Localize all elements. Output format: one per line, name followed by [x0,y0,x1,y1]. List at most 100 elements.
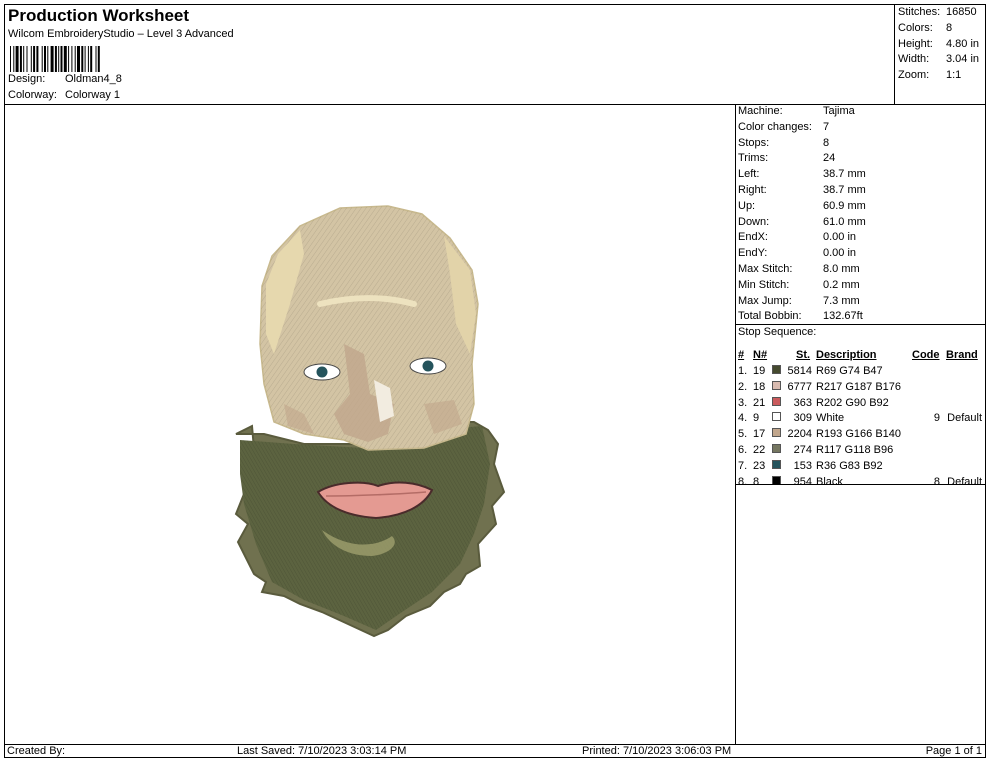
machine-info-label: Total Bobbin: [738,310,802,323]
needle-number: 21 [753,396,766,409]
needle-number: 23 [753,459,766,472]
machine-info-value: 38.7 mm [823,184,866,196]
col-brand: Brand [946,349,978,361]
design-label: Design: [8,73,46,85]
machine-info-value: 8.0 mm [823,263,860,275]
machine-info-row: Max Jump: 7.3 mm [738,295,860,307]
stitch-count: 954 [793,475,812,488]
machine-info-label: EndX: [738,231,768,244]
stitch-count: 153 [793,459,812,472]
stats-box: Stitches: 16850 Colors: 8 Height: 4.80 in W… [894,4,986,105]
design-canvas [4,104,736,745]
machine-info-row: Machine: Tajima [738,105,855,117]
colorway-row: Colorway: Colorway 1 [8,89,120,101]
thread-brand: Default [947,412,982,425]
color-description: R69 G74 B47 [816,365,883,377]
embroidery-design-preview-icon [234,205,506,638]
color-description: R193 G166 B140 [816,428,902,441]
colorway-label: Colorway: [8,89,57,101]
row-number: 1. [738,365,748,377]
color-swatch [772,444,781,453]
machine-info-label: Color changes: [738,120,812,133]
machine-info-row: Min Stitch: 0.2 mm [738,279,860,291]
machine-info-value: 24 [823,152,836,165]
thread-brand: Default [947,475,982,488]
height-label: Height: [898,38,933,50]
row-number: 6. [738,444,748,456]
stitch-count: 274 [793,444,812,456]
machine-info-label: Down: [738,215,770,228]
height-value: 4.80 in [946,38,980,50]
divider [735,324,986,325]
machine-info-label: Up: [738,199,756,212]
needle-number: 9 [753,412,760,425]
machine-info-row: EndX: 0.00 in [738,231,856,243]
colorway-value: Colorway 1 [65,89,121,101]
machine-info-value: 61.0 mm [823,215,866,228]
stop-sequence-row: 3. 21 363 R202 G90 B92 [735,396,986,413]
machine-info-value: 0.2 mm [823,278,860,291]
needle-number: 19 [753,365,766,377]
machine-info-row: Right: 38.7 mm [738,184,866,196]
machine-info-value: 132.67ft [823,310,863,323]
stop-sequence-row: 6. 22 274 R117 G118 B96 [735,444,986,460]
stop-sequence-row: 1. 19 5814 R69 G74 B47 [735,365,986,381]
machine-info-value: Tajima [823,105,855,117]
thread-code: 9 [933,412,940,425]
stop-sequence-row: 7. 23 153 R36 G83 B92 [735,459,986,476]
color-swatch [772,412,781,422]
machine-info-value: 0.00 in [823,231,857,244]
machine-info-value: 7.3 mm [823,294,860,307]
stop-sequence-title: Stop Sequence: [738,326,817,338]
zoom-value: 1:1 [946,69,962,81]
machine-info-row: Color changes: 7 [738,121,829,133]
design-value: Oldman4_8 [65,73,122,85]
beard [234,421,506,638]
stitch-count: 5814 [787,365,812,377]
color-description: R217 G187 B176 [816,380,902,393]
color-swatch [772,396,781,406]
col-num: # [738,349,745,361]
color-description: Black [816,475,843,488]
head [259,205,479,451]
colors-row: Colors: 8 [898,22,952,34]
machine-info-label: Max Stitch: [738,263,793,275]
col-description: Description [816,349,877,361]
machine-info-label: Trims: [738,152,769,165]
last-saved: Last Saved: 7/10/2023 3:03:14 PM [237,745,407,757]
color-description: R202 G90 B92 [816,396,889,409]
worksheet-header: Production Worksheet Wilcom EmbroiderySt… [4,4,895,105]
color-swatch [772,428,781,438]
design-row: Design: Oldman4_8 [8,73,122,85]
width-value: 3.04 in [946,53,980,65]
machine-info-row: Left: 38.7 mm [738,168,866,180]
divider [735,484,986,485]
machine-info-label: Left: [738,168,760,181]
needle-number: 8 [753,475,760,488]
machine-info-row: Down: 61.0 mm [738,216,866,228]
width-row: Width: 3.04 in [898,53,979,65]
col-code: Code [912,349,940,361]
machine-info-row: EndY: 0.00 in [738,247,856,259]
machine-info-row: Total Bobbin: 132.67ft [738,310,863,322]
stop-sequence-row: 4. 9 309 White 9 Default [735,412,986,428]
software-subtitle: Wilcom EmbroideryStudio – Level 3 Advanc… [8,28,234,40]
colors-label: Colors: [898,22,933,34]
side-panel: Machine: Tajima Color changes: 7 Stops: 8 Trim… [735,104,986,745]
machine-info-label: Right: [738,184,767,196]
page-number: Page 1 of 1 [925,745,982,757]
barcode-icon [10,46,100,72]
stitch-count: 309 [793,412,812,425]
row-number: 8. [738,475,748,488]
stitches-row: Stitches: 16850 [898,6,977,18]
stitch-count: 6777 [787,380,812,393]
machine-info-label: Min Stitch: [738,278,790,291]
needle-number: 18 [753,380,766,393]
row-number: 3. [738,396,748,409]
row-number: 5. [738,428,748,441]
machine-info-row: Max Stitch: 8.0 mm [738,263,860,275]
machine-info-label: Machine: [738,105,783,117]
row-number: 7. [738,459,748,472]
color-swatch [772,380,781,390]
row-number: 4. [738,412,748,425]
